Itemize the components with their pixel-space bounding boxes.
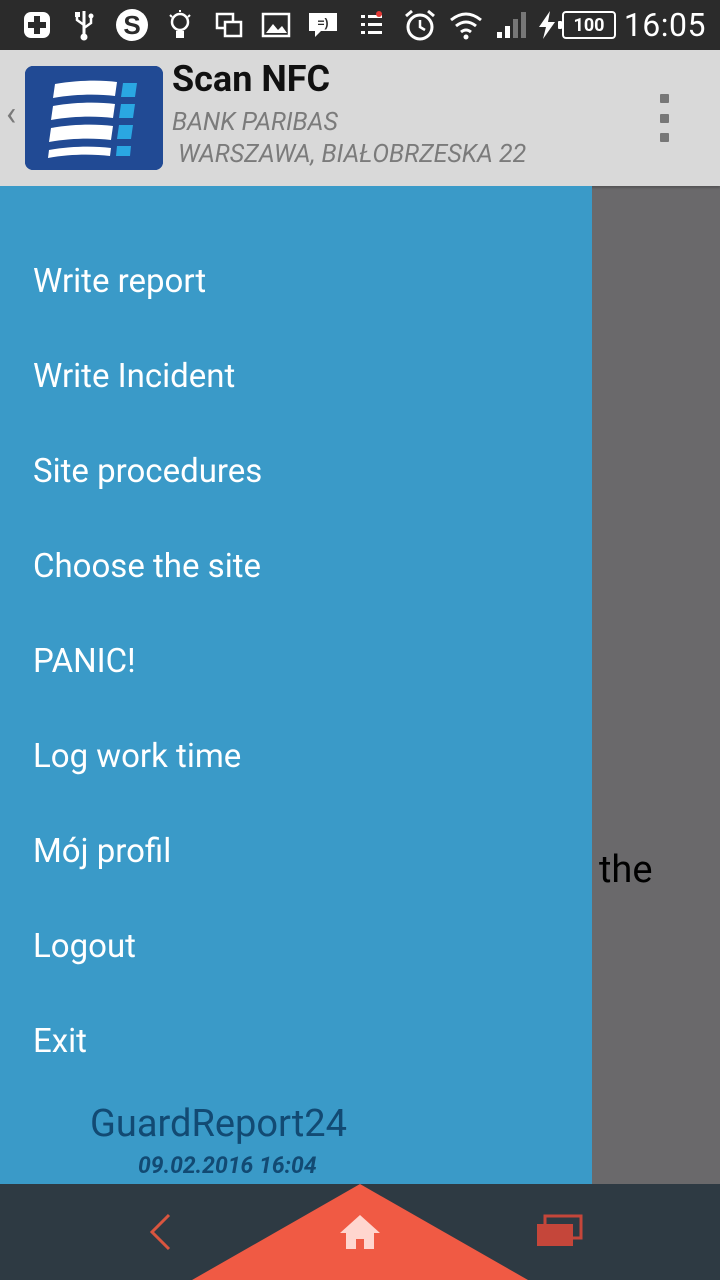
- image-icon: [260, 8, 292, 42]
- back-button[interactable]: [110, 1184, 210, 1280]
- background-content-text: the: [599, 848, 653, 892]
- menu-item-panic[interactable]: PANIC!: [33, 642, 136, 681]
- back-caret-icon[interactable]: ‹: [6, 94, 16, 134]
- site-name: BANK PARIBAS: [172, 108, 338, 137]
- home-button[interactable]: [310, 1184, 410, 1280]
- menu-item-my-profile[interactable]: Mój profil: [33, 832, 171, 871]
- home-icon: [340, 1215, 380, 1249]
- notification-icon: [358, 8, 386, 42]
- charging-icon: [536, 8, 558, 42]
- bottom-navigation-bar: [0, 1184, 720, 1280]
- menu-item-choose-site[interactable]: Choose the site: [33, 547, 261, 586]
- svg-text:=): =): [317, 16, 328, 30]
- navigation-drawer: Write report Write Incident Site procedu…: [0, 186, 592, 1184]
- usb-icon: [70, 8, 98, 42]
- skype-icon: S: [112, 8, 152, 42]
- brand-name: GuardReport24: [90, 1102, 347, 1146]
- menu-item-exit[interactable]: Exit: [33, 1022, 87, 1061]
- message-icon: =): [306, 8, 340, 42]
- menu-item-log-work-time[interactable]: Log work time: [33, 737, 241, 776]
- recent-apps-button[interactable]: [510, 1184, 610, 1280]
- svg-text:S: S: [123, 10, 140, 40]
- battery-indicator: 100: [558, 11, 616, 39]
- menu-item-site-procedures[interactable]: Site procedures: [33, 452, 262, 491]
- recent-apps-icon: [537, 1214, 583, 1246]
- app-title: Scan NFC: [172, 58, 331, 100]
- status-time: 16:05: [623, 6, 706, 44]
- back-icon: [149, 1213, 171, 1251]
- bulb-icon: [166, 8, 194, 42]
- alarm-icon: [402, 8, 438, 42]
- add-icon: [22, 8, 52, 42]
- app-logo[interactable]: [25, 66, 163, 170]
- app-bar: ‹ Scan NFC BANK PARIBAS WARSZAWA, BIAŁOB…: [0, 50, 720, 186]
- site-address: WARSZAWA, BIAŁOBRZESKA 22: [178, 140, 527, 169]
- last-sync-timestamp: 09.02.2016 16:04: [138, 1152, 317, 1179]
- menu-item-logout[interactable]: Logout: [33, 927, 136, 966]
- copy-icon: [214, 8, 244, 42]
- menu-item-write-incident[interactable]: Write Incident: [33, 357, 235, 396]
- overflow-menu-icon[interactable]: [652, 94, 676, 142]
- wifi-icon: [448, 8, 484, 42]
- menu-item-write-report[interactable]: Write report: [33, 262, 206, 301]
- signal-icon: [494, 8, 528, 42]
- status-bar: S =) 100 16:05: [0, 0, 720, 50]
